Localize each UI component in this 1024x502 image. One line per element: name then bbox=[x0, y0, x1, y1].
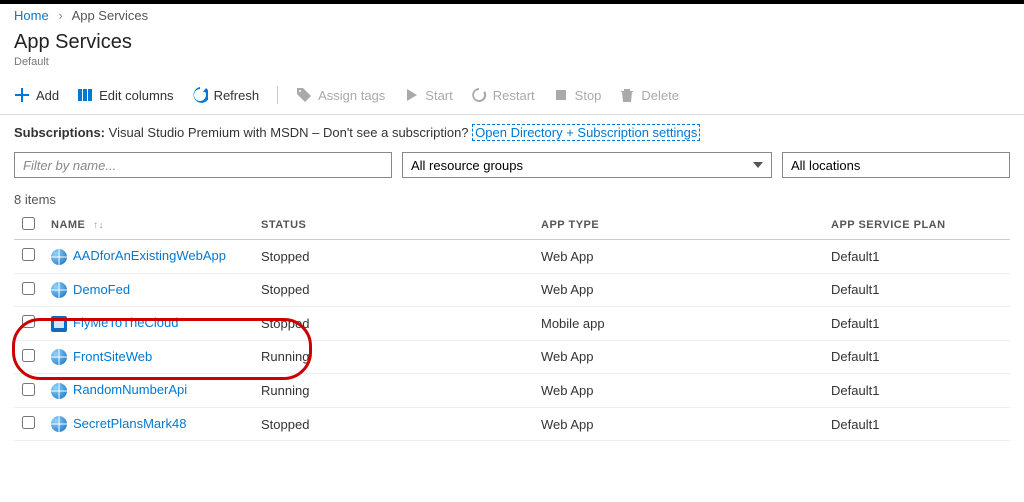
status-cell: Stopped bbox=[253, 273, 533, 307]
name-filter-input[interactable] bbox=[14, 152, 392, 178]
filters-row: All resource groups All locations bbox=[0, 148, 1024, 188]
select-all-checkbox[interactable] bbox=[22, 217, 35, 230]
assign-tags-button[interactable]: Assign tags bbox=[296, 87, 385, 103]
delete-label: Delete bbox=[641, 88, 679, 103]
start-button[interactable]: Start bbox=[403, 87, 452, 103]
web-app-icon bbox=[51, 383, 67, 399]
restart-label: Restart bbox=[493, 88, 535, 103]
type-cell: Web App bbox=[533, 273, 823, 307]
type-cell: Web App bbox=[533, 240, 823, 274]
item-count: 8 items bbox=[0, 188, 1024, 211]
subscriptions-text: Visual Studio Premium with MSDN – Don't … bbox=[109, 125, 469, 140]
restart-button[interactable]: Restart bbox=[471, 87, 535, 103]
sort-arrow-icon: ↑↓ bbox=[93, 220, 104, 231]
assign-tags-label: Assign tags bbox=[318, 88, 385, 103]
row-checkbox[interactable] bbox=[22, 282, 35, 295]
refresh-icon bbox=[192, 87, 208, 103]
add-button[interactable]: Add bbox=[14, 87, 59, 103]
tag-icon bbox=[296, 87, 312, 103]
row-checkbox[interactable] bbox=[22, 315, 35, 328]
refresh-button[interactable]: Refresh bbox=[192, 87, 260, 103]
location-select[interactable]: All locations bbox=[782, 152, 1010, 178]
page-subtitle: Default bbox=[14, 56, 1010, 68]
subscriptions-row: Subscriptions: Visual Studio Premium wit… bbox=[0, 115, 1024, 148]
mobile-app-icon bbox=[51, 316, 67, 332]
row-checkbox[interactable] bbox=[22, 248, 35, 261]
resource-group-select[interactable]: All resource groups bbox=[402, 152, 772, 178]
app-services-table: NAME ↑↓ STATUS APP TYPE APP SERVICE PLAN… bbox=[14, 211, 1010, 441]
table-row[interactable]: SecretPlansMark48 StoppedWeb AppDefault1 bbox=[14, 407, 1010, 441]
table-row[interactable]: AADforAnExistingWebApp StoppedWeb AppDefa… bbox=[14, 240, 1010, 274]
subscriptions-label: Subscriptions: bbox=[14, 125, 105, 140]
app-name-link[interactable]: SecretPlansMark48 bbox=[73, 416, 186, 431]
stop-label: Stop bbox=[575, 88, 602, 103]
type-cell: Web App bbox=[533, 340, 823, 374]
app-name-link[interactable]: FrontSiteWeb bbox=[73, 349, 152, 364]
breadcrumb-current: App Services bbox=[72, 8, 149, 23]
start-label: Start bbox=[425, 88, 452, 103]
add-label: Add bbox=[36, 88, 59, 103]
col-name-header[interactable]: NAME ↑↓ bbox=[43, 211, 253, 240]
row-checkbox[interactable] bbox=[22, 349, 35, 362]
app-name-link[interactable]: DemoFed bbox=[73, 282, 130, 297]
table-row[interactable]: FrontSiteWeb RunningWeb AppDefault1 bbox=[14, 340, 1010, 374]
page-title: App Services bbox=[14, 31, 1010, 54]
plan-cell: Default1 bbox=[823, 240, 1010, 274]
plan-cell: Default1 bbox=[823, 273, 1010, 307]
stop-icon bbox=[553, 87, 569, 103]
table-row[interactable]: DemoFed StoppedWeb AppDefault1 bbox=[14, 273, 1010, 307]
row-checkbox[interactable] bbox=[22, 416, 35, 429]
status-cell: Running bbox=[253, 340, 533, 374]
delete-button[interactable]: Delete bbox=[619, 87, 679, 103]
status-cell: Running bbox=[253, 374, 533, 408]
col-type-header[interactable]: APP TYPE bbox=[533, 211, 823, 240]
status-cell: Stopped bbox=[253, 407, 533, 441]
table-row[interactable]: FlyMeToTheCloud StoppedMobile appDefault1 bbox=[14, 307, 1010, 341]
open-directory-link[interactable]: Open Directory + Subscription settings bbox=[472, 124, 700, 141]
stop-button[interactable]: Stop bbox=[553, 87, 602, 103]
app-name-link[interactable]: FlyMeToTheCloud bbox=[73, 315, 179, 330]
app-name-link[interactable]: RandomNumberApi bbox=[73, 382, 187, 397]
type-cell: Web App bbox=[533, 374, 823, 408]
web-app-icon bbox=[51, 249, 67, 265]
play-icon bbox=[403, 87, 419, 103]
col-name-label: NAME bbox=[51, 219, 85, 231]
plan-cell: Default1 bbox=[823, 374, 1010, 408]
col-status-header[interactable]: STATUS bbox=[253, 211, 533, 240]
restart-icon bbox=[471, 87, 487, 103]
toolbar-divider bbox=[277, 86, 278, 104]
status-cell: Stopped bbox=[253, 240, 533, 274]
col-plan-header[interactable]: APP SERVICE PLAN bbox=[823, 211, 1010, 240]
trash-icon bbox=[619, 87, 635, 103]
web-app-icon bbox=[51, 349, 67, 365]
type-cell: Mobile app bbox=[533, 307, 823, 341]
plan-cell: Default1 bbox=[823, 407, 1010, 441]
status-cell: Stopped bbox=[253, 307, 533, 341]
web-app-icon bbox=[51, 416, 67, 432]
plus-icon bbox=[14, 87, 30, 103]
app-name-link[interactable]: AADforAnExistingWebApp bbox=[73, 248, 226, 263]
plan-cell: Default1 bbox=[823, 307, 1010, 341]
web-app-icon bbox=[51, 282, 67, 298]
type-cell: Web App bbox=[533, 407, 823, 441]
breadcrumb-home[interactable]: Home bbox=[14, 8, 49, 23]
edit-columns-button[interactable]: Edit columns bbox=[77, 87, 173, 103]
refresh-label: Refresh bbox=[214, 88, 260, 103]
table-row[interactable]: RandomNumberApi RunningWeb AppDefault1 bbox=[14, 374, 1010, 408]
plan-cell: Default1 bbox=[823, 340, 1010, 374]
edit-columns-label: Edit columns bbox=[99, 88, 173, 103]
row-checkbox[interactable] bbox=[22, 383, 35, 396]
chevron-right-icon: › bbox=[58, 8, 62, 23]
columns-icon bbox=[77, 87, 93, 103]
breadcrumb: Home › App Services bbox=[0, 4, 1024, 27]
toolbar: Add Edit columns Refresh Assign tags Sta… bbox=[0, 76, 1024, 115]
